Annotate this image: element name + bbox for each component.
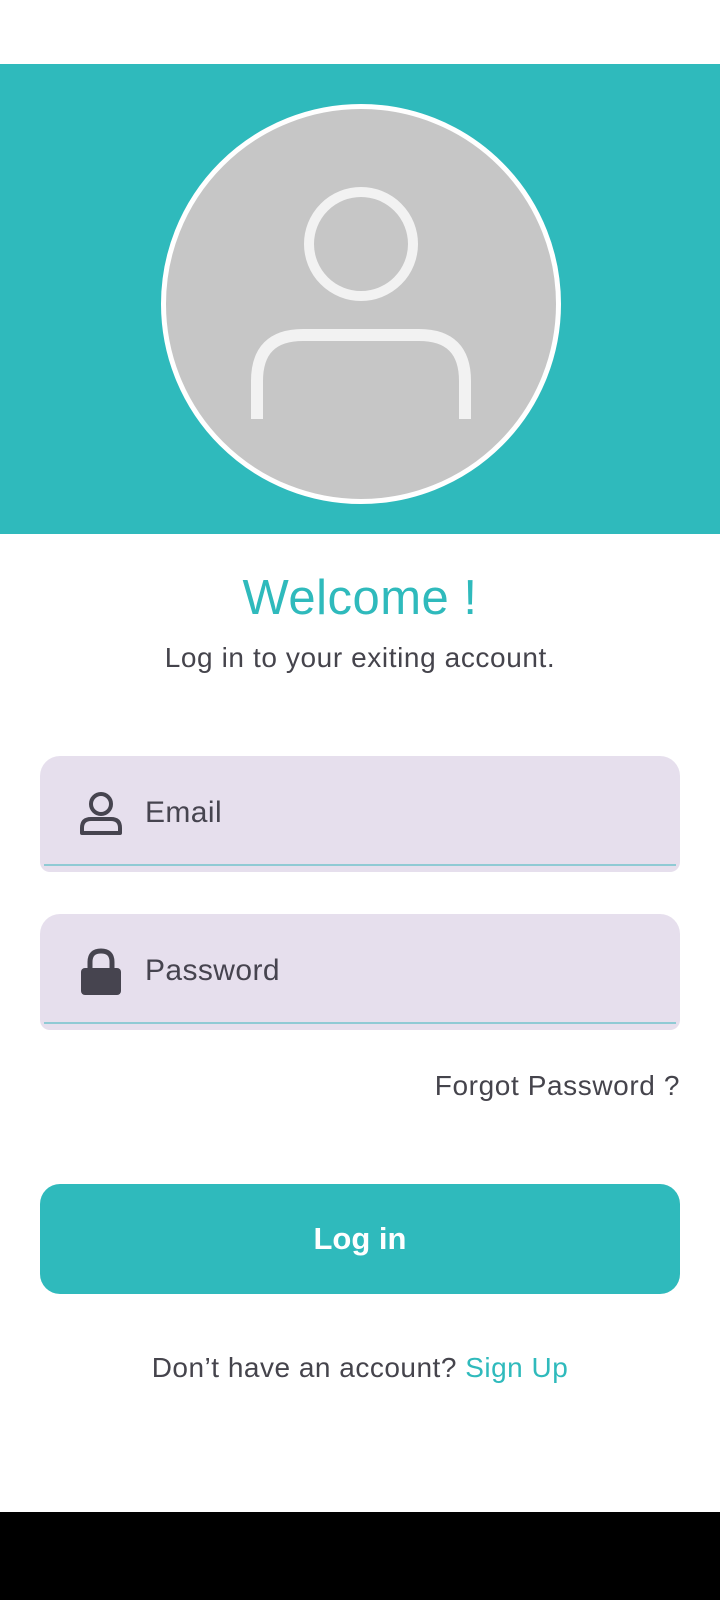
welcome-subtitle: Log in to your exiting account. [164, 642, 556, 673]
navigation-bar [0, 1512, 720, 1600]
person-icon [78, 790, 124, 838]
email-placeholder: Email [145, 796, 223, 829]
password-placeholder: Password [145, 954, 280, 987]
signup-prompt-text: Don’t have an account? [151, 1352, 457, 1383]
avatar[interactable] [161, 104, 561, 504]
sign-up-link[interactable]: Sign Up [465, 1352, 568, 1383]
status-bar [0, 0, 720, 64]
welcome-title: Welcome ! [242, 571, 478, 625]
password-field[interactable]: Password [40, 914, 680, 1030]
login-button[interactable]: Log in [40, 1184, 680, 1294]
email-field[interactable]: Email [40, 756, 680, 872]
lock-icon [78, 948, 124, 996]
signup-prompt: Don’t have an account? Sign Up [0, 1352, 720, 1384]
forgot-password-link[interactable]: Forgot Password ? [435, 1070, 680, 1102]
person-placeholder-icon [251, 187, 471, 419]
